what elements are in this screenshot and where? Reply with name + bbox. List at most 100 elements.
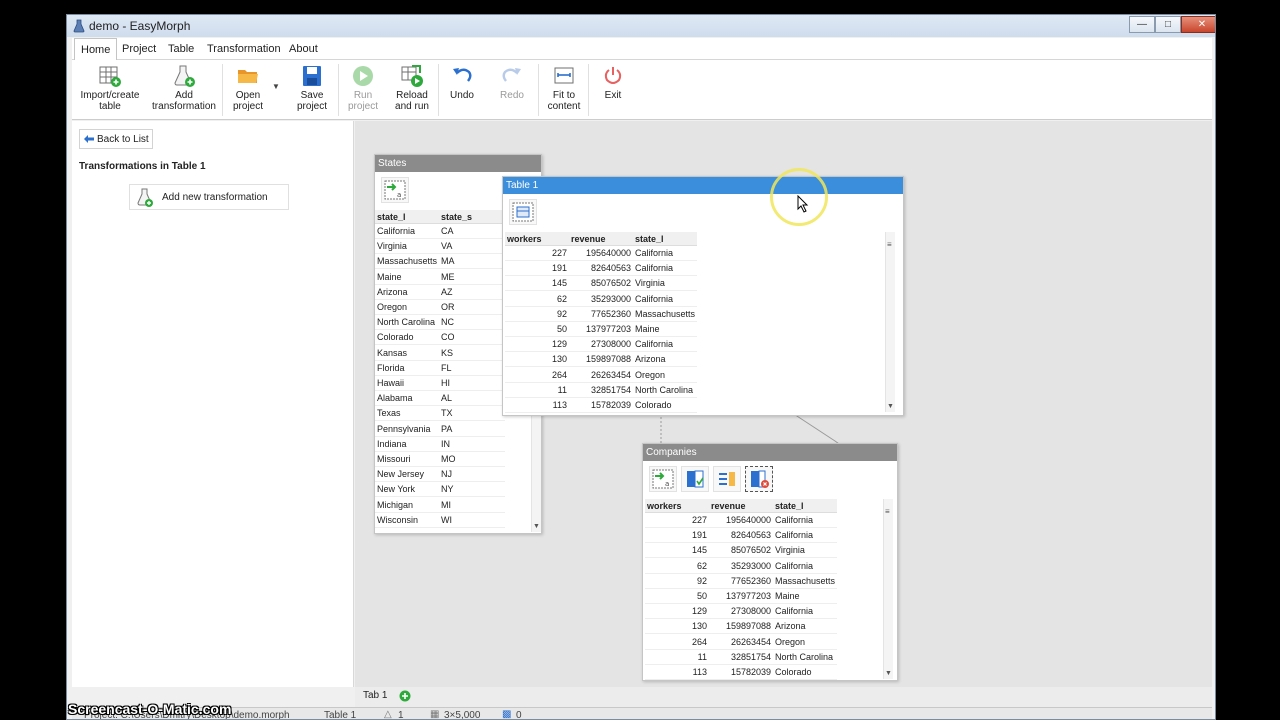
scroll-down-icon[interactable]: ▼ [533, 523, 540, 530]
menu-home[interactable]: Home [74, 38, 118, 60]
table-row[interactable]: 129 27308000 California [505, 337, 697, 353]
table-row[interactable]: Maine ME [375, 270, 505, 285]
table-row[interactable]: Michigan MI [375, 498, 505, 513]
chevron-down-icon[interactable]: ▼ [272, 82, 280, 91]
companies-grid[interactable]: workers revenue state_l 227 195640000 Cali… [645, 499, 837, 681]
tab-tab1[interactable]: Tab 1 [363, 690, 387, 701]
add-tab-icon[interactable] [399, 690, 411, 702]
table1-title[interactable]: Table 1 [503, 177, 903, 194]
companies-table-title[interactable]: Companies [643, 444, 897, 461]
table-row[interactable]: Alabama AL [375, 391, 505, 407]
table-row[interactable]: Indiana IN [375, 437, 505, 452]
scroll-thumb-icon[interactable]: ≡ [887, 240, 892, 249]
maximize-button[interactable]: □ [1155, 16, 1181, 33]
table-cell: 159897088 [725, 621, 771, 632]
table-row[interactable]: Florida FL [375, 361, 505, 376]
table-row[interactable]: 50 137977203 Maine [505, 322, 697, 337]
redo-button[interactable]: Redo [494, 64, 530, 101]
table-row[interactable]: 11 32851754 North Carolina [645, 650, 837, 665]
table-row[interactable]: 129 27308000 California [645, 604, 837, 620]
import-table-icon[interactable]: a [649, 466, 677, 492]
table-row[interactable]: 113 15782039 Colorado [505, 398, 697, 413]
table-row[interactable]: Pennsylvania PA [375, 422, 505, 437]
table-row[interactable]: Missouri MO [375, 452, 505, 467]
column-header[interactable]: state_l [375, 210, 439, 224]
table-row[interactable]: 227 195640000 California [645, 513, 837, 528]
companies-table[interactable]: Companies a workers revenue state_l 227 1… [642, 443, 898, 681]
table-row[interactable]: Hawaii HI [375, 376, 505, 391]
table-row[interactable]: 227 195640000 California [505, 246, 697, 261]
table-row[interactable]: Virginia VA [375, 239, 505, 255]
lookup-icon[interactable] [713, 466, 741, 492]
table-row[interactable]: 62 35293000 California [505, 292, 697, 307]
grid-icon: ▦ [430, 709, 440, 720]
undo-button[interactable]: Undo [444, 64, 480, 101]
table-row[interactable]: 145 85076502 Virginia [505, 276, 697, 292]
close-button[interactable]: ✕ [1181, 16, 1215, 33]
column-header[interactable]: revenue [569, 232, 633, 246]
exit-button[interactable]: Exit [598, 64, 628, 101]
import-create-table-button[interactable]: Import/create table [78, 64, 142, 112]
table-row[interactable]: 50 137977203 Maine [645, 589, 837, 604]
vertical-scrollbar[interactable]: ≡ ▼ [885, 232, 895, 412]
table-row[interactable]: Wisconsin WI [375, 513, 505, 528]
table-row[interactable]: 62 35293000 California [645, 559, 837, 574]
column-header[interactable]: state_l [773, 499, 837, 513]
table-cell: 82640563 [590, 263, 631, 274]
import-table-icon[interactable]: a [381, 177, 409, 203]
menu-project[interactable]: Project [122, 43, 156, 55]
scroll-down-icon[interactable]: ▼ [887, 403, 894, 410]
column-header[interactable]: revenue [709, 499, 773, 513]
menu-about[interactable]: About [289, 43, 318, 55]
menu-table[interactable]: Table [168, 43, 194, 55]
column-header[interactable]: state_s [439, 210, 504, 224]
column-header[interactable]: workers [645, 499, 709, 513]
table-source-icon[interactable] [509, 199, 537, 225]
table-row[interactable]: Arizona AZ [375, 285, 505, 300]
back-to-list-button[interactable]: Back to List [79, 129, 153, 149]
table-row[interactable]: 264 26263454 Oregon [505, 368, 697, 383]
table-row[interactable]: 130 159897088 Arizona [505, 352, 697, 368]
table-row[interactable]: Massachusetts MA [375, 254, 505, 270]
add-new-transformation-button[interactable]: Add new transformation [129, 184, 289, 210]
minimize-button[interactable]: — [1129, 16, 1155, 33]
scroll-thumb-icon[interactable]: ≡ [885, 507, 890, 516]
table-row[interactable]: Texas TX [375, 406, 505, 422]
table-row[interactable]: 130 159897088 Arizona [645, 619, 837, 635]
column-header[interactable]: workers [505, 232, 569, 246]
scroll-down-icon[interactable]: ▼ [885, 670, 892, 677]
run-project-button[interactable]: Run project [342, 64, 384, 112]
filter-icon[interactable] [681, 466, 709, 492]
diagram-canvas[interactable]: States a state_l state_s California CA Vir… [355, 121, 1212, 687]
open-project-button[interactable]: Open project [226, 64, 270, 112]
table-row[interactable]: California CA [375, 224, 505, 239]
table-row[interactable]: 11 32851754 North Carolina [505, 383, 697, 398]
save-project-button[interactable]: Save project [290, 64, 334, 112]
column-header[interactable]: state_l [633, 232, 697, 246]
remove-column-icon[interactable] [745, 466, 773, 492]
menu-transformation[interactable]: Transformation [207, 43, 281, 55]
table-cell: California [775, 530, 814, 541]
fit-to-content-button[interactable]: Fit to content [544, 64, 584, 112]
table-row[interactable]: New Jersey NJ [375, 467, 505, 483]
table1-table[interactable]: Table 1 workers revenue state_l 227 19564… [502, 176, 904, 416]
table1-grid[interactable]: workers revenue state_l 227 195640000 Cali… [505, 232, 697, 414]
table-row[interactable]: 92 77652360 Massachusetts [505, 307, 697, 322]
add-transformation-button[interactable]: Add transformation [148, 64, 220, 112]
table-cell: Massachusetts [377, 256, 438, 267]
states-table-title[interactable]: States [375, 155, 541, 172]
ribbon-toolbar: Import/create table Add transformation Ope… [72, 60, 1212, 120]
table-row[interactable]: 113 15782039 Colorado [645, 665, 837, 680]
table-row[interactable]: North Carolina NC [375, 315, 505, 331]
table-row[interactable]: 92 77652360 Massachusetts [645, 574, 837, 589]
table-row[interactable]: 191 82640563 California [645, 528, 837, 544]
table-row[interactable]: New York NY [375, 482, 505, 498]
vertical-scrollbar[interactable]: ≡ ▼ [883, 499, 893, 679]
table-row[interactable]: Kansas KS [375, 346, 505, 361]
table-row[interactable]: Colorado CO [375, 330, 505, 346]
table-row[interactable]: Oregon OR [375, 300, 505, 315]
table-row[interactable]: 145 85076502 Virginia [645, 543, 837, 559]
table-row[interactable]: 191 82640563 California [505, 261, 697, 277]
table-row[interactable]: 264 26263454 Oregon [645, 635, 837, 650]
reload-and-run-button[interactable]: Reload and run [390, 64, 434, 112]
